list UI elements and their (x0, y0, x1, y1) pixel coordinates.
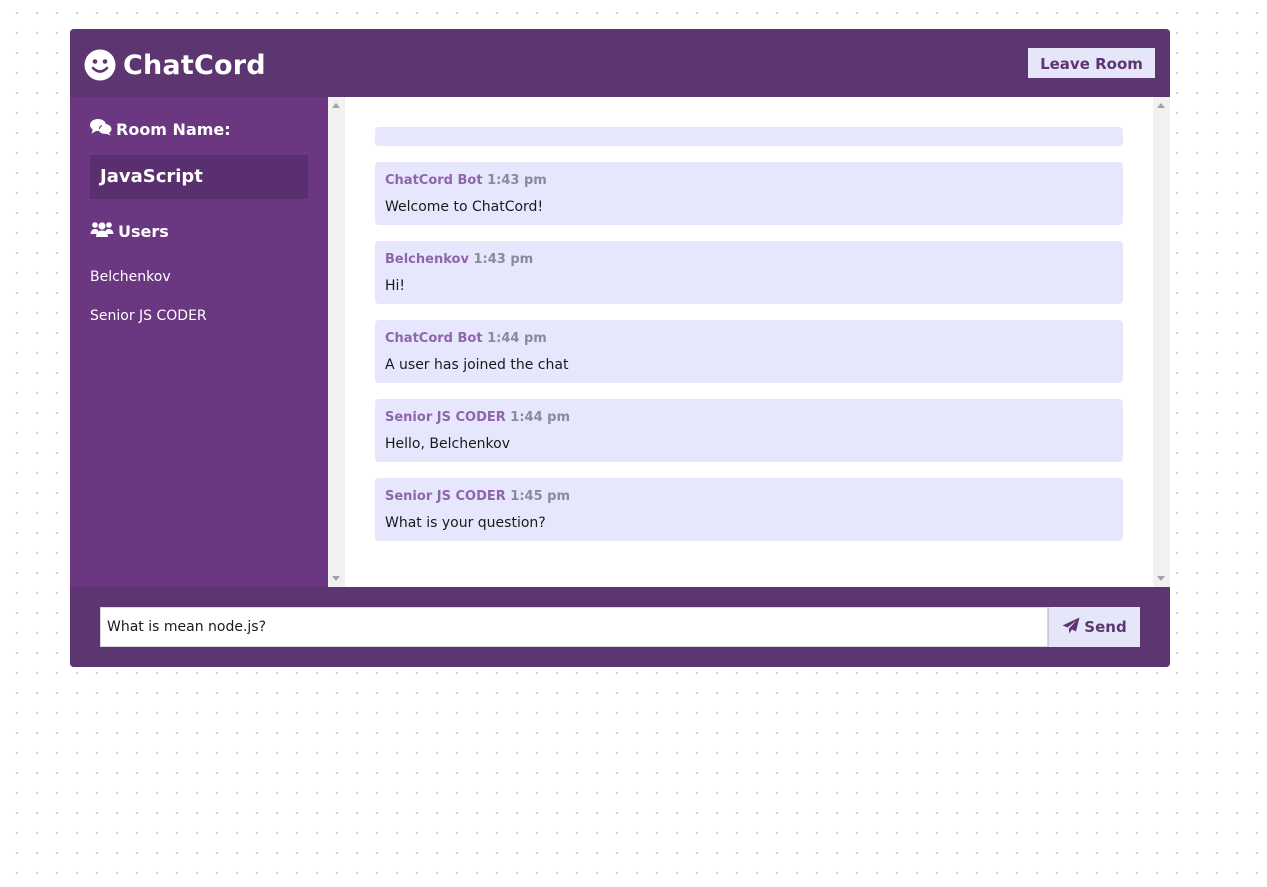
app-title: ChatCord (123, 49, 266, 81)
message: Belchenkov 1:43 pm Hi! (375, 241, 1123, 304)
message-meta: ChatCord Bot 1:43 pm (385, 172, 1113, 190)
send-button[interactable]: Send (1048, 607, 1140, 647)
message-text: A user has joined the chat (385, 357, 569, 373)
chat-container: ChatCord Leave Room Room Name: JavaScrip… (70, 29, 1170, 667)
message: Senior JS CODER 1:44 pm Hello, Belchenko… (375, 399, 1123, 462)
scroll-down-arrow-icon[interactable] (332, 576, 340, 581)
app-logo: ChatCord (84, 48, 266, 82)
message-time: 1:44 pm (510, 410, 571, 425)
chat-header: ChatCord Leave Room (70, 29, 1170, 97)
message-input[interactable] (100, 607, 1048, 647)
chat-messages[interactable]: ChatCord Bot 1:43 pm Welcome to ChatCord… (328, 97, 1170, 587)
message-meta: Senior JS CODER 1:45 pm (385, 488, 1113, 506)
chat-form: Send (70, 587, 1170, 667)
message-time: 1:45 pm (510, 489, 571, 504)
message-text: Welcome to ChatCord! (385, 199, 544, 215)
message: ChatCord Bot 1:43 pm Welcome to ChatCord… (375, 162, 1123, 225)
scroll-down-arrow-icon[interactable] (1157, 576, 1165, 581)
users-icon (90, 220, 114, 242)
message-text: Hi! (385, 278, 406, 294)
comments-icon (90, 118, 112, 140)
message: Senior JS CODER 1:45 pm What is your que… (375, 478, 1123, 541)
message-meta: Senior JS CODER 1:44 pm (385, 409, 1113, 427)
scroll-up-arrow-icon[interactable] (1157, 103, 1165, 108)
message-time: 1:44 pm (487, 331, 547, 346)
user-item: Senior JS CODER (90, 308, 207, 324)
message-text: What is your question? (385, 515, 546, 531)
message-time: 1:43 pm (473, 252, 534, 267)
users-heading: Users (90, 219, 169, 243)
message-username: ChatCord Bot (385, 173, 483, 188)
room-name: JavaScript (90, 155, 308, 199)
left-scrollbar[interactable] (328, 97, 345, 587)
users-list: Belchenkov Senior JS CODER (90, 265, 207, 343)
message-meta: ChatCord Bot 1:44 pm (385, 330, 1113, 348)
message-username: Senior JS CODER (385, 489, 506, 504)
message-text: Hello, Belchenkov (385, 436, 511, 452)
users-heading-label: Users (118, 221, 169, 241)
user-item: Belchenkov (90, 269, 171, 285)
message-username: Senior JS CODER (385, 410, 506, 425)
room-heading: Room Name: (90, 117, 231, 141)
message-time: 1:43 pm (487, 173, 547, 188)
message-placeholder (375, 127, 1123, 146)
sidebar: Room Name: JavaScript Users Belchenkov S… (70, 97, 328, 587)
send-label: Send (1084, 618, 1127, 636)
paper-plane-icon (1062, 617, 1080, 638)
leave-room-button[interactable]: Leave Room (1028, 48, 1155, 78)
smile-icon (84, 49, 116, 81)
message: ChatCord Bot 1:44 pm A user has joined t… (375, 320, 1123, 383)
right-scrollbar[interactable] (1153, 97, 1170, 587)
message-meta: Belchenkov 1:43 pm (385, 251, 1113, 269)
scroll-up-arrow-icon[interactable] (332, 103, 340, 108)
message-username: Belchenkov (385, 252, 469, 267)
message-username: ChatCord Bot (385, 331, 483, 346)
room-heading-label: Room Name: (116, 119, 231, 139)
